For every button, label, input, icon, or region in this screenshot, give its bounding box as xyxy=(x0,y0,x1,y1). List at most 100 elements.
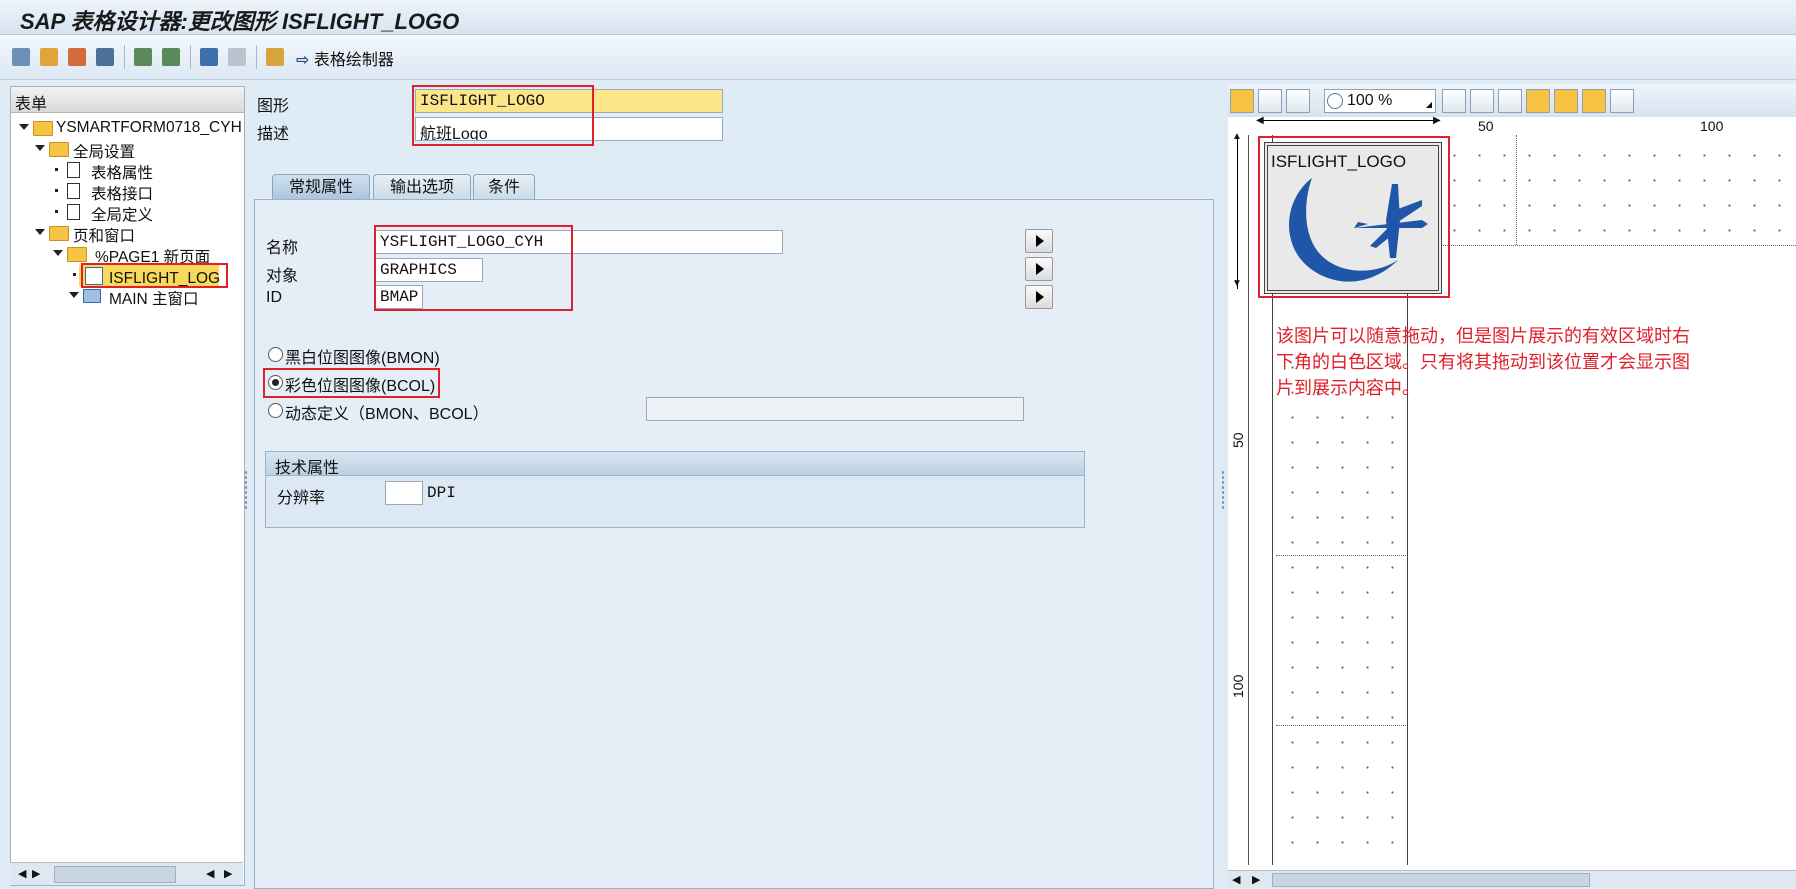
tab-label: 常规属性 xyxy=(288,179,353,196)
expand-icon[interactable] xyxy=(35,229,45,235)
tree-node-global-definitions[interactable]: 全局定义 xyxy=(11,202,244,224)
scroll-right-icon[interactable]: ▶ xyxy=(224,867,232,880)
layers-icon[interactable] xyxy=(1286,89,1310,113)
scroll-right-icon[interactable]: ▶ xyxy=(32,867,40,880)
grid-icon[interactable] xyxy=(1526,89,1550,113)
highlight-box-graphic xyxy=(1258,136,1450,298)
window-frame-icon[interactable] xyxy=(1258,89,1282,113)
splitter-handle[interactable] xyxy=(244,470,248,510)
document-icon xyxy=(67,204,80,220)
dynamic-definition-field[interactable] xyxy=(646,397,1024,421)
ruler-h-50: 50 xyxy=(1478,118,1494,134)
name-detail-button[interactable] xyxy=(1025,229,1053,253)
tab-conditions[interactable]: 条件 xyxy=(473,174,535,201)
expand-icon[interactable] xyxy=(35,145,45,151)
undo-icon[interactable] xyxy=(198,46,220,68)
scroll-thumb[interactable] xyxy=(1272,873,1590,887)
ruler-icon[interactable] xyxy=(1582,89,1606,113)
horizontal-ruler: ◀ ▶ 50 100 xyxy=(1256,115,1796,136)
resolution-label: 分辨率 xyxy=(277,490,326,507)
ruler-h-100: 100 xyxy=(1700,118,1724,134)
description-label: 描述 xyxy=(257,126,290,143)
dropdown-icon: ◢ xyxy=(1425,100,1432,109)
radio-dynamic-label: 动态定义（BMON、BCOL） xyxy=(285,406,489,423)
arrow-right-icon: ▶ xyxy=(1433,115,1441,126)
zoom-in-icon[interactable] xyxy=(1442,89,1466,113)
scroll-left-icon[interactable]: ◀ xyxy=(1232,873,1240,886)
painter-toolbar: 100 % ◢ xyxy=(1228,84,1796,117)
form-painter-label: 表格绘制器 xyxy=(313,52,394,69)
radio-dynamic[interactable] xyxy=(268,403,283,418)
name-label: 名称 xyxy=(266,240,299,257)
radio-bmon[interactable] xyxy=(268,347,283,362)
fit-page-icon[interactable] xyxy=(1498,89,1522,113)
window-guide-line xyxy=(1516,135,1518,245)
tree-node-main-window[interactable]: MAIN 主窗口 xyxy=(11,286,244,308)
hierarchy-icon[interactable] xyxy=(38,46,60,68)
zoom-select[interactable]: 100 % ◢ xyxy=(1324,89,1436,113)
painter-horizontal-scrollbar[interactable]: ◀ ▶ xyxy=(1228,870,1796,888)
arrow-up-icon: ▲ xyxy=(1232,131,1242,142)
magic-wand-icon[interactable] xyxy=(66,46,88,68)
ruler-height-line xyxy=(1237,139,1238,289)
form-painter-button[interactable]: ⇨ 表格绘制器 xyxy=(296,46,394,70)
tab-label: 条件 xyxy=(487,179,520,196)
ruler-v-50: 50 xyxy=(1230,432,1246,448)
bullet-icon xyxy=(55,189,58,192)
graphic-label: 图形 xyxy=(257,98,290,115)
expand-icon[interactable] xyxy=(53,250,63,256)
grid-snap-icon[interactable] xyxy=(1554,89,1578,113)
object-detail-button[interactable] xyxy=(1025,257,1053,281)
document-icon xyxy=(67,162,80,178)
tree-node-form[interactable]: YSMARTFORM0718_CYH xyxy=(11,118,244,139)
print-icon[interactable] xyxy=(94,46,116,68)
tree-header: 表单 xyxy=(11,87,244,113)
scroll-left-icon[interactable]: ◀ xyxy=(18,867,26,880)
expand-icon[interactable] xyxy=(19,124,29,130)
tree-node-label: 全局设置 xyxy=(73,144,136,161)
highlight-box-radio xyxy=(263,368,440,398)
tree-node-label: 表格接口 xyxy=(91,186,154,203)
window-title: SAP 表格设计器:更改图形 ISFLIGHT_LOGO xyxy=(20,9,460,34)
tree-node-global-settings[interactable]: 全局设置 xyxy=(11,139,244,161)
tab-output-options[interactable]: 输出选项 xyxy=(373,174,471,201)
folder-icon xyxy=(33,121,53,136)
bullet-icon xyxy=(55,168,58,171)
insert-copy-icon[interactable] xyxy=(160,46,182,68)
tree-node-form-interface[interactable]: 表格接口 xyxy=(11,181,244,203)
pin-icon[interactable] xyxy=(1230,89,1254,113)
id-detail-button[interactable] xyxy=(1025,285,1053,309)
highlight-box-tree-node xyxy=(81,263,228,288)
title-bar: SAP 表格设计器:更改图形 ISFLIGHT_LOGO xyxy=(0,0,1796,35)
insert-node-icon[interactable] xyxy=(132,46,154,68)
form-info-icon[interactable] xyxy=(1610,89,1634,113)
tree-node-page1[interactable]: %PAGE1 新页面 xyxy=(11,244,244,266)
glasses-icon[interactable] xyxy=(10,46,32,68)
arrow-left-icon: ◀ xyxy=(1256,115,1264,126)
tree-node-label: 页和窗口 xyxy=(73,228,136,245)
tab-general-attributes[interactable]: 常规属性 xyxy=(272,174,370,201)
bullet-icon xyxy=(73,273,76,276)
redo-icon[interactable] xyxy=(226,46,248,68)
expand-icon[interactable] xyxy=(69,292,79,298)
tree-node-form-attributes[interactable]: 表格属性 xyxy=(11,160,244,182)
toolbar-divider xyxy=(256,45,257,69)
folder-icon xyxy=(49,226,69,241)
scroll-thumb[interactable] xyxy=(54,866,176,883)
resolution-field[interactable] xyxy=(385,481,423,505)
tree-horizontal-scrollbar[interactable]: ◀ ▶ ◀ ▶ xyxy=(10,862,243,885)
document-icon xyxy=(67,183,80,199)
scroll-right-icon[interactable]: ▶ xyxy=(1252,873,1260,886)
scroll-left-icon[interactable]: ◀ xyxy=(206,867,214,880)
form-icon[interactable] xyxy=(264,46,286,68)
zoom-out-icon[interactable] xyxy=(1470,89,1494,113)
tree-header-label: 表单 xyxy=(15,96,48,113)
splitter-handle[interactable] xyxy=(1221,470,1225,510)
folder-icon xyxy=(49,142,69,157)
zoom-value: 100 % xyxy=(1347,92,1393,109)
object-label: 对象 xyxy=(266,268,299,285)
tree-node-label: MAIN 主窗口 xyxy=(109,291,199,308)
form-tree-panel: 表单 YSMARTFORM0718_CYH 全局设置 表格属性 表格接口 全局定… xyxy=(10,86,245,886)
tree-node-pages-windows[interactable]: 页和窗口 xyxy=(11,223,244,245)
tech-attributes-group: 技术属性 分辨率 DPI xyxy=(265,451,1085,528)
